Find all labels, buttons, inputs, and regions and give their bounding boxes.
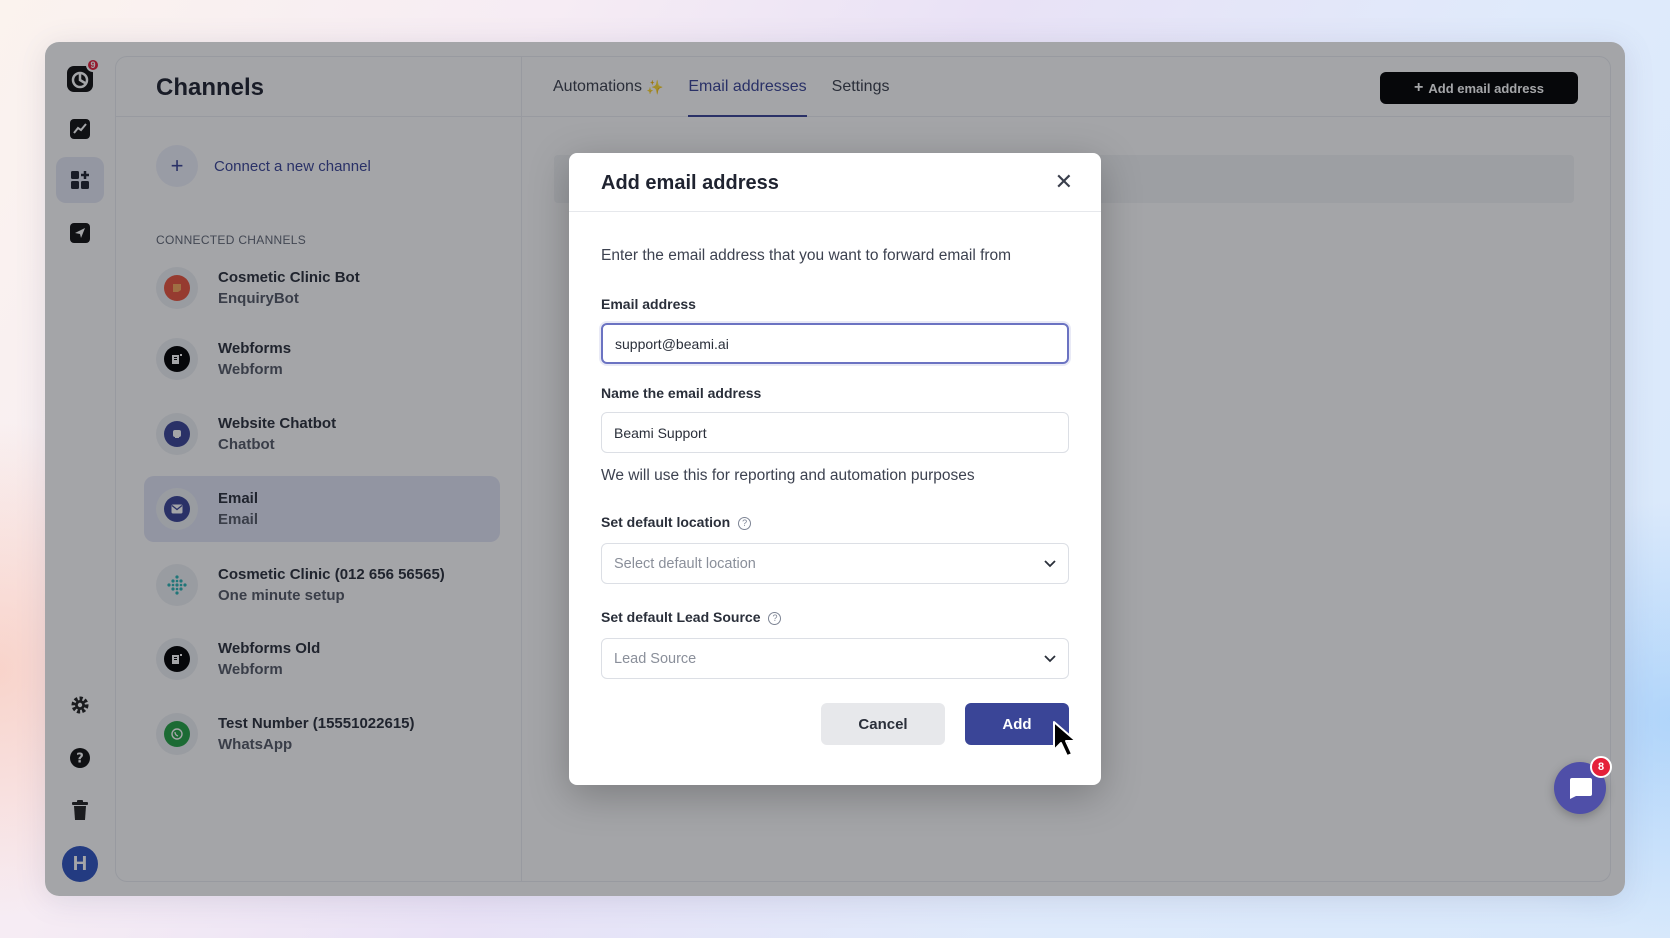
select-placeholder: Select default location: [614, 555, 756, 572]
chat-icon: [1570, 778, 1592, 799]
help-circle-icon[interactable]: ?: [768, 611, 782, 625]
lead-source-select[interactable]: Lead Source: [601, 638, 1069, 679]
select-placeholder: Lead Source: [614, 650, 697, 667]
modal-description: Enter the email address that you want to…: [601, 247, 1012, 264]
location-label: Set default location?: [601, 514, 752, 530]
add-email-modal: Add email address ✕ Enter the email addr…: [569, 153, 1101, 785]
label-text: Set default location: [601, 514, 731, 530]
email-name-field[interactable]: Beami Support: [601, 412, 1069, 453]
help-circle-icon[interactable]: ?: [738, 516, 752, 530]
mouse-cursor-icon: [1053, 721, 1077, 757]
label-text: Set default Lead Source: [601, 609, 761, 625]
close-icon[interactable]: ✕: [1055, 171, 1073, 193]
chevron-down-icon: [1044, 559, 1056, 567]
chat-notification-badge: 8: [1590, 756, 1612, 778]
modal-title: Add email address: [601, 172, 779, 194]
name-label: Name the email address: [601, 385, 762, 401]
chevron-down-icon: [1044, 654, 1056, 662]
location-select[interactable]: Select default location: [601, 543, 1069, 584]
email-field[interactable]: support@beami.ai: [601, 323, 1069, 364]
modal-header: Add email address ✕: [569, 153, 1101, 212]
name-hint: We will use this for reporting and autom…: [601, 467, 975, 484]
email-label: Email address: [601, 296, 696, 312]
cancel-button[interactable]: Cancel: [821, 703, 945, 745]
lead-source-label: Set default Lead Source?: [601, 609, 782, 625]
